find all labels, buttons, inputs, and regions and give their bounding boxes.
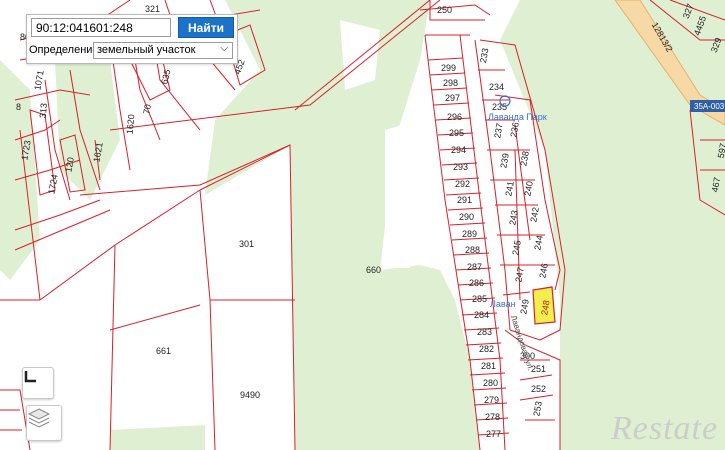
parcel-301: 301 [239,239,254,249]
map-canvas[interactable]: 35А-003 299 298 297 296 295 294 293 292 … [0,0,725,450]
parcel-661: 661 [156,346,171,356]
parcel-295: 295 [449,128,464,138]
parcel-597: 597 [716,142,725,159]
parcel-281: 281 [481,361,496,371]
parcel-288: 288 [465,245,480,255]
parcel-286: 286 [469,278,484,288]
cadastral-map[interactable]: 35А-003 299 298 297 296 295 294 293 292 … [0,0,725,450]
parcel-278: 278 [485,412,500,422]
parcel-321: 321 [145,4,160,14]
parcel-313: 313 [38,103,49,119]
parcel-284: 284 [474,310,489,320]
parcel-299: 299 [441,63,456,73]
parcel-279: 279 [484,395,499,405]
parcel-234: 234 [489,82,504,92]
parcel-280: 280 [483,378,498,388]
corner-frame-icon [24,371,36,383]
road-label: 35А-003 [694,102,725,111]
layers-icon [27,408,51,428]
parcel-660: 660 [366,265,381,275]
parcel-250: 250 [437,5,452,15]
find-button[interactable]: Найти [178,17,234,38]
parcel-1620: 1620 [125,114,137,135]
definition-select[interactable]: земельный участок ⌵ [93,42,233,59]
parcel-290: 290 [459,212,474,222]
resort-label: Лаванда Парк [488,112,547,122]
parcel-292: 292 [455,179,470,189]
chevron-down-icon: ⌵ [220,43,228,54]
parcel-277: 277 [486,429,501,439]
parcel-282: 282 [479,344,494,354]
definition-label: Определение: [29,44,102,56]
parcel-283: 283 [477,327,492,337]
parcel-293: 293 [453,162,468,172]
cadastral-search-input[interactable] [31,18,171,37]
parcel-297: 297 [445,93,460,103]
parcel-291: 291 [457,195,472,205]
parcel-252: 252 [531,384,546,394]
parcel-296: 296 [447,112,462,122]
parcel-8: 8 [16,102,21,112]
parcel-294: 294 [451,145,466,155]
parcel-289: 289 [462,229,477,239]
parcel-70: 70 [141,103,153,115]
definition-selected-value: земельный участок [97,44,196,56]
watermark-logo: Restate [611,410,719,447]
parcel-235: 235 [492,102,507,112]
view-mode-button[interactable] [22,367,54,399]
search-panel: Найти Определение: земельный участок ⌵ [26,14,238,64]
layers-button[interactable] [26,405,62,441]
resort-label-short: Лаван [490,299,516,309]
parcel-285: 285 [472,294,487,304]
parcel-9490: 9490 [240,390,260,400]
parcel-298: 298 [443,78,458,88]
parcel-287: 287 [467,262,482,272]
